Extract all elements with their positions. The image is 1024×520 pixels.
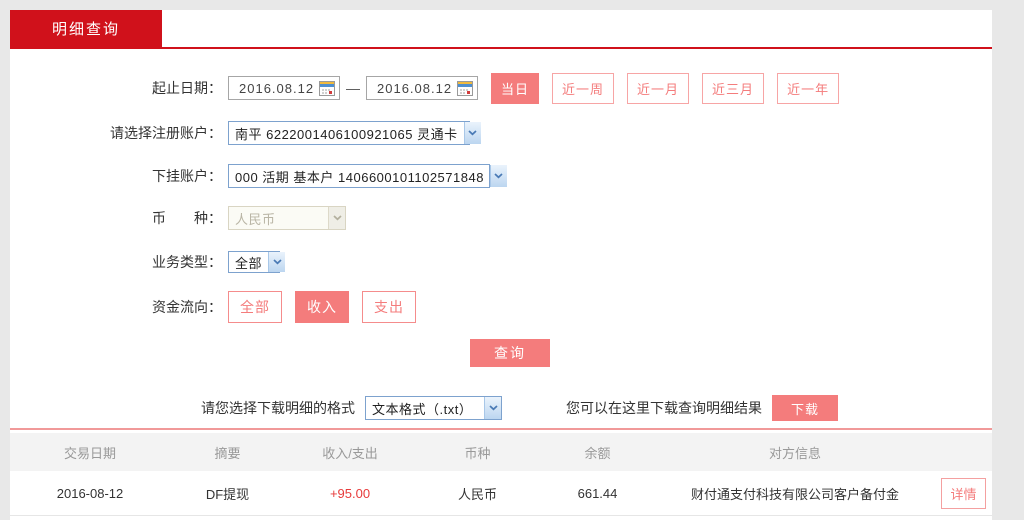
header-income-expense: 收入/支出 xyxy=(285,443,415,462)
calendar-icon[interactable] xyxy=(319,81,335,96)
chevron-down-icon xyxy=(268,252,285,272)
page: 明细查询 起止日期： 2016.08.12 — 2016.08.12 xyxy=(0,0,1024,520)
date-range-label: 起止日期： xyxy=(10,78,222,98)
download-format-select[interactable]: 文本格式（.txt） xyxy=(365,396,502,420)
end-date-input[interactable]: 2016.08.12 xyxy=(366,76,478,100)
quick-range-year-button[interactable]: 近一年 xyxy=(777,73,839,104)
cell-counterparty: 财付通支付科技有限公司客户备付金 xyxy=(655,484,935,503)
register-account-select[interactable]: 南平 6222001406100921065 灵通卡 xyxy=(228,121,470,145)
business-type-select[interactable]: 全部 xyxy=(228,251,280,273)
tab-underline-divider xyxy=(10,47,992,49)
header-summary: 摘要 xyxy=(170,443,285,462)
tab-detail-query[interactable]: 明细查询 xyxy=(10,10,162,47)
fund-flow-label: 资金流向： xyxy=(10,297,222,317)
chevron-down-icon xyxy=(490,165,507,187)
download-hint-text: 您可以在这里下载查询明细结果 xyxy=(566,398,762,418)
detail-button[interactable]: 详情 xyxy=(941,478,985,509)
quick-range-week-button[interactable]: 近一周 xyxy=(552,73,614,104)
sub-account-row: 下挂账户： 000 活期 基本户 1406600101102571848 xyxy=(10,163,992,189)
query-button[interactable]: 查询 xyxy=(470,339,550,367)
date-range-separator: — xyxy=(346,80,360,96)
header-currency: 币种 xyxy=(415,443,540,462)
table-top-divider xyxy=(10,428,992,430)
fund-flow-all-button[interactable]: 全部 xyxy=(228,291,282,323)
sub-account-value: 000 活期 基本户 1406600101102571848 xyxy=(235,167,484,186)
end-date-value: 2016.08.12 xyxy=(377,81,452,96)
chevron-down-icon xyxy=(484,397,501,419)
table-header-row: 交易日期 摘要 收入/支出 币种 余额 对方信息 xyxy=(10,433,992,471)
chevron-down-icon xyxy=(328,207,345,229)
header-trade-date: 交易日期 xyxy=(10,443,170,462)
cell-amount: +95.00 xyxy=(285,486,415,501)
fund-flow-expense-button[interactable]: 支出 xyxy=(362,291,416,323)
register-account-row: 请选择注册账户： 南平 6222001406100921065 灵通卡 xyxy=(10,120,992,146)
download-format-value: 文本格式（.txt） xyxy=(372,399,472,418)
currency-label: 币 种： xyxy=(10,208,222,228)
quick-range-today-button[interactable]: 当日 xyxy=(491,73,539,104)
download-row: 请您选择下载明细的格式 文本格式（.txt） 您可以在这里下载查询明细结果 下载 xyxy=(10,394,992,422)
sub-account-select[interactable]: 000 活期 基本户 1406600101102571848 xyxy=(228,164,490,188)
cell-summary: DF提现 xyxy=(170,484,285,503)
register-account-value: 南平 6222001406100921065 灵通卡 xyxy=(235,124,458,143)
start-date-input[interactable]: 2016.08.12 xyxy=(228,76,340,100)
fund-flow-income-button[interactable]: 收入 xyxy=(295,291,349,323)
detail-query-panel: 明细查询 起止日期： 2016.08.12 — 2016.08.12 xyxy=(10,10,992,520)
currency-value: 人民币 xyxy=(235,209,276,228)
tab-bar: 明细查询 xyxy=(10,10,992,47)
currency-row: 币 种： 人民币 xyxy=(10,205,992,231)
header-counterparty: 对方信息 xyxy=(655,443,935,462)
quick-range-month-button[interactable]: 近一月 xyxy=(627,73,689,104)
business-type-value: 全部 xyxy=(235,253,262,272)
currency-select: 人民币 xyxy=(228,206,346,230)
cell-trade-date: 2016-08-12 xyxy=(10,486,170,501)
date-range-row: 起止日期： 2016.08.12 — 2016.08.12 当日 近一周 xyxy=(10,74,992,102)
cell-currency: 人民币 xyxy=(415,484,540,503)
download-button[interactable]: 下载 xyxy=(772,395,838,421)
calendar-icon[interactable] xyxy=(457,81,473,96)
download-format-label: 请您选择下载明细的格式 xyxy=(10,398,355,418)
register-account-label: 请选择注册账户： xyxy=(10,123,222,143)
quick-range-3month-button[interactable]: 近三月 xyxy=(702,73,764,104)
header-balance: 余额 xyxy=(540,443,655,462)
cell-balance: 661.44 xyxy=(540,486,655,501)
business-type-row: 业务类型： 全部 xyxy=(10,250,992,274)
table-row: 2016-08-12 DF提现 +95.00 人民币 661.44 财付通支付科… xyxy=(10,471,992,516)
start-date-value: 2016.08.12 xyxy=(239,81,314,96)
business-type-label: 业务类型： xyxy=(10,252,222,272)
chevron-down-icon xyxy=(464,122,481,144)
sub-account-label: 下挂账户： xyxy=(10,166,222,186)
cell-action: 详情 xyxy=(935,478,992,509)
fund-flow-row: 资金流向： 全部 收入 支出 xyxy=(10,293,992,321)
